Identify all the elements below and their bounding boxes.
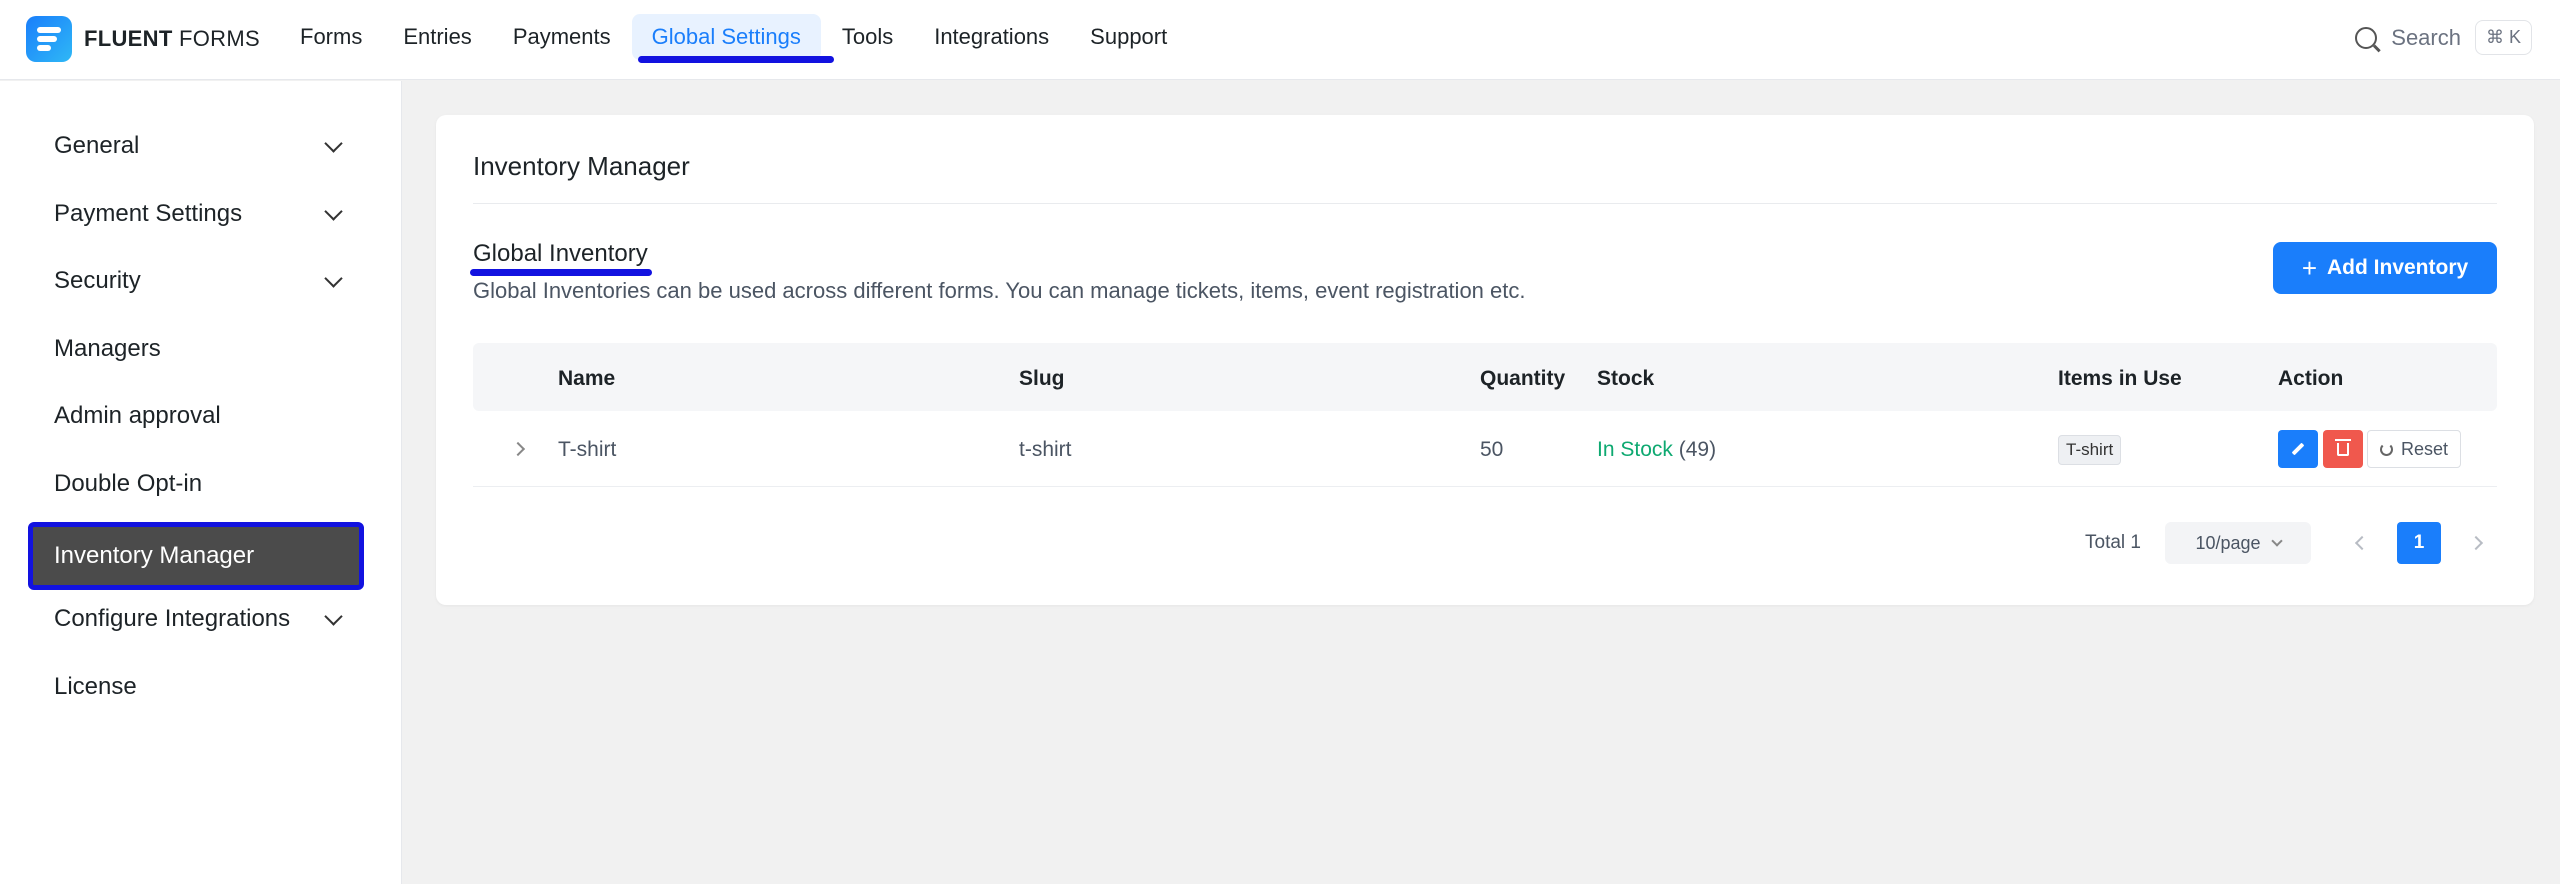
settings-sidebar: General Payment Settings Security Manage…: [0, 81, 402, 884]
sidebar-item-double-opt-in[interactable]: Double Opt-in: [28, 455, 364, 513]
sidebar-item-label: License: [54, 673, 137, 700]
prev-page-button[interactable]: [2341, 522, 2383, 564]
column-header-items-in-use: Items in Use: [2058, 367, 2182, 390]
column-header-action: Action: [2278, 367, 2344, 390]
item-in-use-tag: T-shirt: [2058, 435, 2122, 465]
top-bar: FLUENT FORMS Forms Entries Payments Glob…: [0, 0, 2560, 80]
section-description: Global Inventories can be used across di…: [473, 278, 1526, 303]
page-number-button[interactable]: 1: [2397, 522, 2441, 564]
table-header: Name Slug Quantity Stock Items in Use Ac…: [473, 343, 2497, 411]
chevron-left-icon: [2354, 535, 2370, 551]
nav-highlight-underline: [638, 56, 834, 63]
nav-payments[interactable]: Payments: [493, 14, 631, 60]
chevron-down-icon: [324, 269, 343, 288]
reset-label: Reset: [2400, 438, 2449, 459]
expand-row-icon[interactable]: [510, 441, 526, 457]
table-row: T-shirt t-shirt 50 In Stock (49) T-shirt…: [473, 411, 2497, 487]
nav-forms[interactable]: Forms: [280, 14, 382, 60]
sidebar-item-label: Payment Settings: [54, 200, 243, 227]
delete-button[interactable]: [2323, 430, 2363, 468]
brand-name: FLUENT FORMS: [84, 26, 260, 52]
chevron-down-icon: [2270, 535, 2283, 547]
cell-name: T-shirt: [558, 438, 617, 461]
inventory-manager-card: Inventory Manager Global Inventory Globa…: [436, 115, 2534, 605]
cell-stock: In Stock (49): [1597, 438, 1716, 462]
brand-light: FORMS: [179, 26, 260, 51]
pencil-icon: [2291, 442, 2305, 456]
sidebar-item-configure-integrations[interactable]: Configure Integrations: [28, 590, 364, 648]
pagination: Total 1 10/page 1: [2085, 522, 2497, 564]
nav-global-settings[interactable]: Global Settings: [631, 14, 821, 60]
search-shortcut: ⌘ K: [2474, 20, 2532, 55]
stock-status: In Stock: [1597, 438, 1673, 461]
sidebar-item-label: General: [54, 132, 140, 159]
chevron-down-icon: [324, 607, 343, 626]
page-size-value: 10/page: [2195, 532, 2261, 553]
sidebar-item-admin-approval[interactable]: Admin approval: [28, 387, 364, 445]
sidebar-item-label: Double Opt-in: [54, 470, 203, 497]
search-icon: [2355, 26, 2378, 49]
page-size-select[interactable]: 10/page: [2165, 522, 2311, 564]
logo[interactable]: FLUENT FORMS: [26, 16, 260, 62]
search-label: Search: [2391, 24, 2461, 50]
sidebar-item-label: Security: [54, 267, 141, 294]
sidebar-item-label: Configure Integrations: [54, 605, 291, 632]
sidebar-item-general[interactable]: General: [28, 117, 364, 175]
nav-tools[interactable]: Tools: [822, 14, 913, 60]
fluent-forms-logo-icon: [26, 16, 72, 62]
chevron-down-icon: [324, 134, 343, 153]
sidebar-item-license[interactable]: License: [28, 658, 364, 716]
section-title-underline: [470, 269, 652, 276]
main-nav: Forms Entries Payments Global Settings T…: [280, 14, 1188, 60]
sidebar-item-security[interactable]: Security: [28, 252, 364, 310]
reset-icon: [2379, 442, 2393, 456]
edit-button[interactable]: [2278, 430, 2318, 468]
column-header-slug: Slug: [1019, 367, 1065, 390]
search-button[interactable]: Search ⌘ K: [2355, 20, 2532, 55]
reset-button[interactable]: Reset: [2367, 430, 2461, 468]
divider: [473, 203, 2497, 204]
column-header-name: Name: [558, 367, 616, 390]
pagination-total: Total 1: [2085, 532, 2141, 553]
chevron-right-icon: [2468, 535, 2484, 551]
trash-icon: [2335, 438, 2351, 456]
nav-integrations[interactable]: Integrations: [914, 14, 1069, 60]
add-inventory-button[interactable]: + Add Inventory: [2273, 242, 2497, 294]
plus-icon: +: [2301, 252, 2317, 283]
sidebar-item-label: Inventory Manager: [54, 542, 255, 569]
sidebar-item-label: Managers: [54, 335, 161, 362]
column-header-stock: Stock: [1597, 367, 1655, 390]
sidebar-item-inventory-manager[interactable]: Inventory Manager: [28, 522, 364, 590]
cell-slug: t-shirt: [1019, 438, 1072, 461]
cell-quantity: 50: [1480, 438, 1504, 461]
next-page-button[interactable]: [2455, 522, 2497, 564]
column-header-quantity: Quantity: [1480, 367, 1566, 390]
add-inventory-label: Add Inventory: [2327, 256, 2469, 279]
sidebar-item-label: Admin approval: [54, 402, 221, 429]
stock-count: (49): [1678, 438, 1717, 461]
nav-support[interactable]: Support: [1070, 14, 1187, 60]
sidebar-item-payment-settings[interactable]: Payment Settings: [28, 185, 364, 243]
nav-entries[interactable]: Entries: [383, 14, 491, 60]
sidebar-item-managers[interactable]: Managers: [28, 320, 364, 378]
chevron-down-icon: [324, 202, 343, 221]
brand-bold: FLUENT: [84, 26, 173, 51]
section-title: Global Inventory: [473, 240, 648, 267]
page-title: Inventory Manager: [473, 151, 690, 181]
